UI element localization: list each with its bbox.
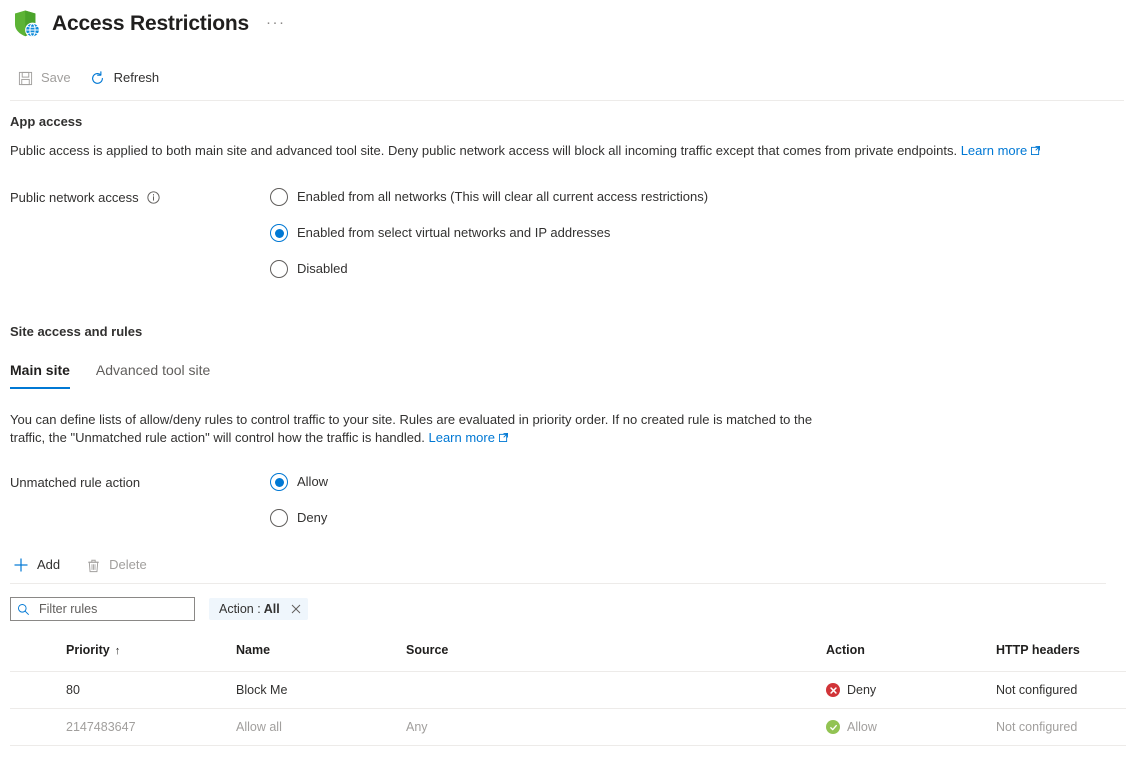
save-icon [16,69,34,87]
tab-advanced-tool-site[interactable]: Advanced tool site [96,361,210,389]
table-row[interactable]: 2147483647 Allow all Any Allow Not confi… [10,708,1126,746]
cell-http-headers: Not configured [996,708,1126,746]
cell-priority: 80 [66,671,236,709]
table-header-row: Priority ↑ Name Source Action HTTP header… [10,643,1126,672]
app-access-description-text: Public access is applied to both main si… [10,143,958,158]
column-header-name[interactable]: Name [236,643,406,672]
radio-enabled-select-networks[interactable]: Enabled from select virtual networks and… [270,224,708,242]
column-header-action[interactable]: Action [826,643,996,672]
radio-label: Enabled from select virtual networks and… [297,225,611,240]
close-icon[interactable] [291,604,302,615]
plus-icon [12,556,30,574]
add-rule-label: Add [37,557,61,572]
cell-source [406,671,826,709]
more-options-button[interactable]: ··· [266,15,286,30]
delete-rule-label: Delete [109,557,147,572]
shield-globe-icon [10,7,44,41]
radio-mark [270,260,288,278]
page-header: Access Restrictions ··· [0,0,1126,40]
cell-action: Deny [826,671,996,709]
site-access-description: You can define lists of allow/deny rules… [10,411,825,447]
radio-label: Enabled from all networks (This will cle… [297,189,709,204]
public-network-access-label-text: Public network access [10,190,139,205]
allow-icon [826,720,840,734]
trash-icon [84,556,102,574]
tab-main-site[interactable]: Main site [10,361,70,389]
cell-priority: 2147483647 [66,708,236,746]
select-all-header[interactable] [10,643,66,672]
public-network-access-label: Public network access [10,188,270,278]
table-row[interactable]: 80 Block Me Deny Not configured [10,671,1126,709]
app-access-heading: App access [10,114,83,129]
radio-mark [270,188,288,206]
app-access-learn-more-label: Learn more [960,143,1028,158]
save-label: Save [41,70,71,85]
radio-unmatched-deny[interactable]: Deny [270,509,328,527]
cell-source: Any [406,708,826,746]
column-header-source[interactable]: Source [406,643,826,672]
unmatched-rule-action-row: Unmatched rule action Allow Deny [10,473,1126,527]
column-header-priority-label: Priority [66,643,110,657]
column-header-priority[interactable]: Priority ↑ [66,643,236,672]
add-rule-button[interactable]: Add [10,550,68,580]
command-bar-divider [10,100,1124,101]
site-access-learn-more-label: Learn more [428,430,495,445]
filter-rules-field[interactable] [10,597,195,621]
save-button[interactable]: Save [14,63,79,93]
row-checkbox-cell[interactable] [10,708,66,746]
rules-table: Priority ↑ Name Source Action HTTP header… [10,643,1126,746]
refresh-button[interactable]: Refresh [87,63,168,93]
unmatched-rule-action-radio-group: Allow Deny [270,473,328,527]
radio-mark [270,509,288,527]
cell-action-label: Deny [847,683,877,697]
radio-unmatched-allow[interactable]: Allow [270,473,328,491]
info-icon[interactable] [147,191,160,204]
command-bar: Save Refresh [0,60,1126,96]
action-filter-value: All [263,602,280,616]
filter-rules-input[interactable] [39,602,188,616]
site-access-learn-more-link[interactable]: Learn more [428,430,508,445]
deny-icon [826,683,840,697]
sort-ascending-icon: ↑ [114,645,121,657]
page-title: Access Restrictions [52,12,249,35]
site-access-heading: Site access and rules [10,324,143,339]
action-filter-pill[interactable]: Action : All [209,598,308,620]
unmatched-rule-action-label: Unmatched rule action [10,475,141,490]
action-filter-prefix: Action : [219,602,261,616]
column-header-http-headers[interactable]: HTTP headers [996,643,1126,672]
radio-label: Deny [297,510,328,525]
cell-action: Allow [826,708,996,746]
cell-http-headers: Not configured [996,671,1126,709]
filter-bar: Action : All [10,597,1126,621]
radio-mark [270,224,288,242]
cell-name: Allow all [236,708,406,746]
app-access-learn-more-link[interactable]: Learn more [960,143,1041,158]
search-icon [17,603,30,616]
cell-action-label: Allow [847,720,877,734]
public-network-access-row: Public network access Enabled from all n… [10,188,1126,278]
refresh-icon [89,69,107,87]
external-link-icon [498,433,508,442]
radio-disabled[interactable]: Disabled [270,260,708,278]
radio-mark [270,473,288,491]
app-access-description: Public access is applied to both main si… [10,142,1115,160]
rules-toolbar-divider [10,583,1106,584]
row-checkbox-cell[interactable] [10,671,66,709]
refresh-label: Refresh [113,70,160,85]
cell-name: Block Me [236,671,406,709]
delete-rule-button[interactable]: Delete [82,550,155,580]
external-link-icon [1031,146,1041,155]
rules-toolbar: Add Delete [10,549,1126,581]
public-network-access-radio-group: Enabled from all networks (This will cle… [270,188,708,278]
radio-label: Disabled [297,261,348,276]
radio-enabled-all-networks[interactable]: Enabled from all networks (This will cle… [270,188,708,206]
site-tabs: Main site Advanced tool site [10,361,1126,389]
radio-label: Allow [297,474,329,489]
site-access-description-text: You can define lists of allow/deny rules… [10,412,813,445]
